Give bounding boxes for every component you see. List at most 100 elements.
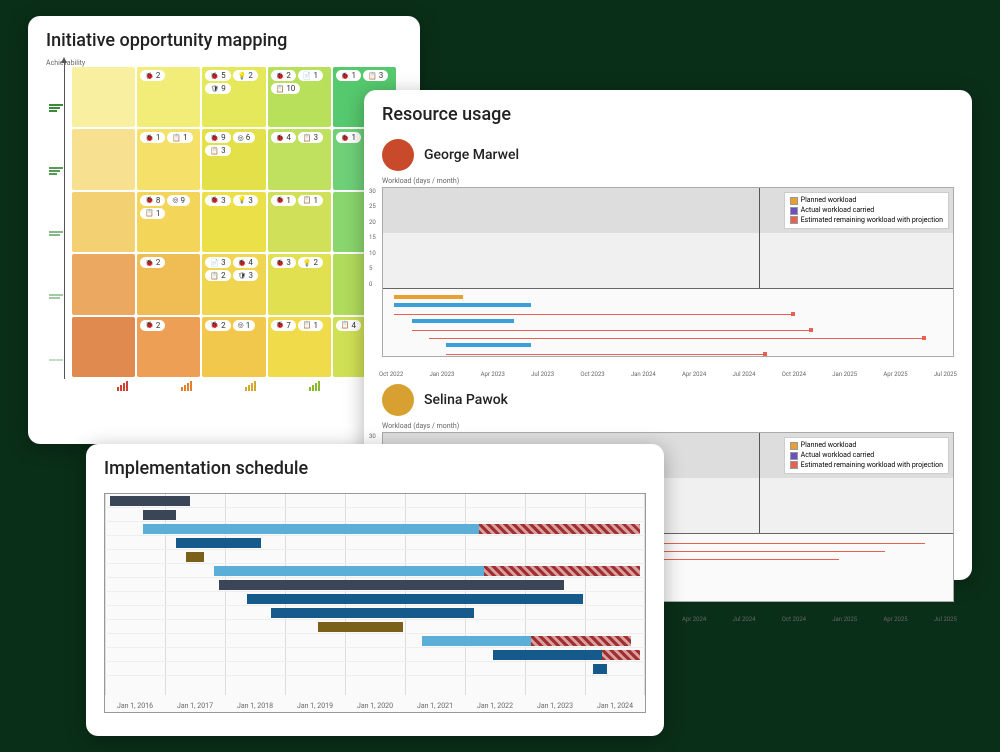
workload-chart: 302520151050Planned workloadActual workl… — [382, 187, 954, 357]
initiative-pill[interactable]: 🐞2 — [271, 70, 296, 81]
implementation-schedule-card: Implementation schedule Jan 1, 2016Jan 1… — [86, 444, 664, 736]
matrix-cell[interactable]: 🐞3💡2 — [268, 254, 331, 314]
gantt-row — [105, 508, 645, 522]
initiative-pill[interactable]: 📋2 — [205, 270, 230, 281]
initiative-pill[interactable]: ◎6 — [233, 132, 256, 143]
initiative-pill[interactable]: 🐞2 — [140, 70, 165, 81]
initiative-pill[interactable]: 📋10 — [271, 83, 301, 94]
initiative-pill[interactable]: 🐞2 — [140, 257, 165, 268]
timeline-bar — [394, 295, 462, 299]
matrix-cell[interactable]: 🐞9◎6📋3 — [202, 129, 265, 189]
matrix-cell[interactable] — [72, 192, 135, 252]
initiative-pill[interactable]: 📄3 — [205, 257, 230, 268]
gantt-bar[interactable] — [422, 636, 531, 646]
gantt-bar[interactable] — [143, 524, 479, 534]
initiative-pill[interactable]: 🐞1 — [140, 132, 165, 143]
matrix-cell[interactable]: 🐞1📋1 — [268, 192, 331, 252]
chart-x-ticks: Oct 2022Jan 2023Apr 2023Jul 2023Oct 2023… — [364, 369, 972, 378]
gantt-bar[interactable] — [247, 594, 583, 604]
initiative-pill[interactable]: 🛡3 — [233, 270, 258, 281]
initiative-pill[interactable]: 🐞5 — [205, 70, 230, 81]
matrix-cell[interactable] — [72, 67, 135, 127]
gantt-row — [105, 578, 645, 592]
x-axis-icons — [66, 381, 412, 391]
timeline-bar — [446, 343, 532, 347]
initiative-pill[interactable]: ◎9 — [167, 195, 190, 206]
gantt-bar[interactable] — [186, 552, 205, 562]
y-axis-icons — [46, 67, 66, 391]
initiative-pill[interactable]: 🐞4 — [271, 132, 296, 143]
matrix-cell[interactable]: 🐞7📋1 — [268, 317, 331, 377]
matrix-cell[interactable]: 🐞5💡2🛡9 — [202, 67, 265, 127]
initiative-pill[interactable]: 📄1 — [298, 70, 323, 81]
chart-y-label: Workload (days / month) — [364, 177, 972, 187]
initiative-pill[interactable]: 🐞2 — [140, 320, 165, 331]
initiative-pill[interactable]: 🐞9 — [205, 132, 230, 143]
initiative-pill[interactable]: 📋1 — [298, 320, 323, 331]
matrix-cell[interactable] — [72, 254, 135, 314]
initiative-pill[interactable]: ◎1 — [233, 320, 256, 331]
initiative-pill[interactable]: 📋3 — [363, 70, 388, 81]
initiative-pill[interactable]: 🐞3 — [271, 257, 296, 268]
matrix-cell[interactable]: 🐞8◎9📋1 — [137, 192, 200, 252]
initiative-pill[interactable]: 🐞1 — [336, 70, 361, 81]
timeline-bar — [446, 354, 765, 355]
avatar — [382, 139, 414, 171]
value-bars-icon — [117, 381, 131, 391]
initiative-pill[interactable]: 📋3 — [298, 132, 323, 143]
matrix-cell[interactable]: 🐞2📄1 📋10 — [268, 67, 331, 127]
gantt-bar[interactable] — [219, 580, 565, 590]
matrix-cell[interactable] — [72, 317, 135, 377]
matrix-cell[interactable]: 🐞2◎1 — [202, 317, 265, 377]
gantt-bar[interactable] — [271, 608, 475, 618]
gantt-x-ticks: Jan 1, 2016Jan 1, 2017Jan 1, 2018Jan 1, … — [105, 702, 645, 710]
gantt-bar[interactable] — [318, 622, 403, 632]
gantt-bar[interactable] — [176, 538, 261, 548]
achievability-icon-1 — [49, 355, 63, 365]
chart-y-label: Workload (days / month) — [364, 422, 972, 432]
matrix-cell[interactable]: 📄3🐞4📋2🛡3 — [202, 254, 265, 314]
gantt-row — [105, 648, 645, 662]
matrix-cell[interactable]: 🐞1📋1 — [137, 129, 200, 189]
initiative-pill[interactable]: 📋1 — [167, 132, 192, 143]
initiative-pill[interactable]: 🐞2 — [205, 320, 230, 331]
gantt-row — [105, 564, 645, 578]
initiative-pill[interactable]: 🐞8 — [140, 195, 165, 206]
value-bars-icon — [181, 381, 195, 391]
matrix-cell[interactable]: 🐞2 — [137, 67, 200, 127]
initiative-pill[interactable]: 🐞1 — [336, 132, 361, 143]
card-title: Resource usage — [364, 90, 972, 133]
person-row: George Marwel — [364, 133, 972, 177]
gantt-bar[interactable] — [110, 496, 191, 506]
initiative-pill[interactable]: 📋4 — [336, 320, 361, 331]
gantt-bar[interactable] — [214, 566, 484, 576]
matrix-cell[interactable] — [72, 129, 135, 189]
initiative-pill[interactable]: 🛡9 — [205, 83, 230, 94]
gantt-row — [105, 494, 645, 508]
gantt-bar-projected[interactable] — [484, 566, 640, 576]
initiative-pill[interactable]: 🐞1 — [271, 195, 296, 206]
gantt-bar[interactable] — [593, 664, 607, 674]
gantt-bar-projected[interactable] — [602, 650, 640, 660]
initiative-pill[interactable]: 💡2 — [233, 70, 258, 81]
initiative-pill[interactable]: 📋3 — [205, 145, 230, 156]
person-row: Selina Pawok — [364, 378, 972, 422]
initiative-pill[interactable]: 💡2 — [298, 257, 323, 268]
achievability-icon-5 — [49, 103, 63, 113]
initiative-pill[interactable]: 🐞7 — [271, 320, 296, 331]
gantt-bar[interactable] — [493, 650, 602, 660]
matrix-cell[interactable]: 🐞3💡3 — [202, 192, 265, 252]
initiative-pill[interactable]: 🐞4 — [233, 257, 258, 268]
matrix-cell[interactable]: 🐞2 — [137, 254, 200, 314]
matrix-cell[interactable]: 🐞2 — [137, 317, 200, 377]
gantt-bar-projected[interactable] — [531, 636, 630, 646]
initiative-pill[interactable]: 💡3 — [233, 195, 258, 206]
initiative-pill[interactable]: 🐞3 — [205, 195, 230, 206]
gantt-chart: Jan 1, 2016Jan 1, 2017Jan 1, 2018Jan 1, … — [104, 493, 646, 713]
matrix-cell[interactable]: 🐞4📋3 — [268, 129, 331, 189]
initiative-pill[interactable]: 📋1 — [298, 195, 323, 206]
person-name: Selina Pawok — [424, 392, 508, 408]
initiative-pill[interactable]: 📋1 — [140, 208, 165, 219]
gantt-bar-projected[interactable] — [479, 524, 640, 534]
gantt-bar[interactable] — [143, 510, 176, 520]
